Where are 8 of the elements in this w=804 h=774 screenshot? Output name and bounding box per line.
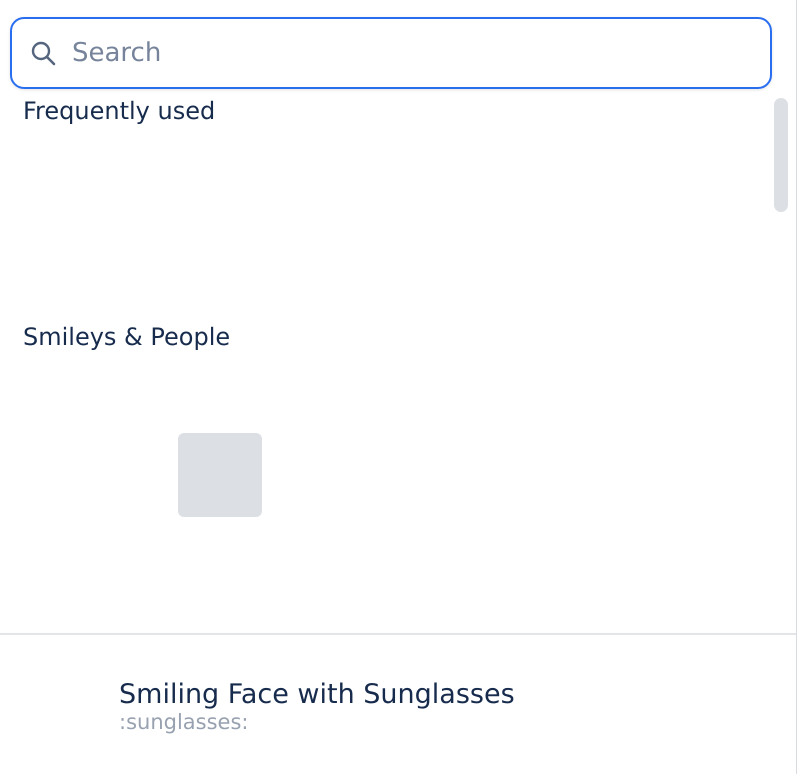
emoji-shortcode: :sunglasses: [119, 710, 248, 734]
emoji-highlight[interactable] [178, 433, 262, 517]
search-field[interactable]: Search [10, 17, 772, 89]
search-icon [30, 40, 56, 66]
scrollbar-thumb[interactable] [774, 98, 788, 212]
emoji-name: Smiling Face with Sunglasses [119, 679, 515, 710]
section-heading: Frequently used [23, 97, 216, 125]
section-heading: Smileys & People [23, 323, 230, 351]
